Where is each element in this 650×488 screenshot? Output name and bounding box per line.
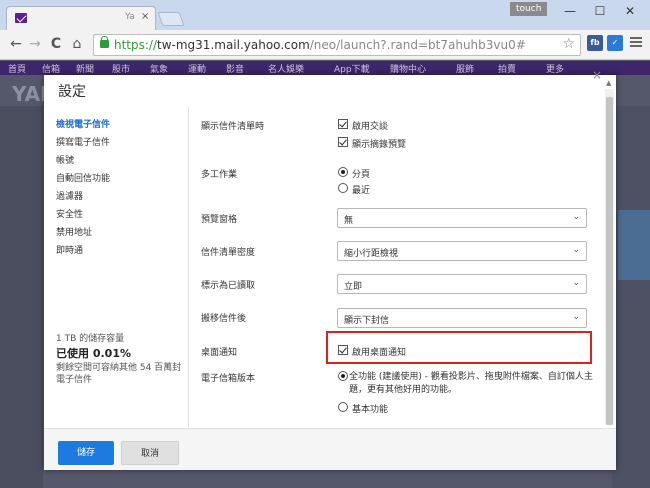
nav-item: 更多 — [546, 65, 565, 75]
nav-item: 首頁 — [8, 65, 27, 75]
sidebar-item-filters[interactable]: 過濾器 — [56, 189, 83, 202]
storage-remaining: 剩餘空間可容納其他 54 百萬封電子信件 — [56, 363, 182, 385]
mail-version-label: 電子信箱版本 — [201, 374, 256, 384]
mark-read-select[interactable]: 立即 ⌄ — [337, 274, 587, 294]
multitask-recent-label: 最近 — [352, 186, 371, 196]
tab-title: Ya — [125, 12, 135, 22]
nav-item: 拍賣 — [498, 65, 517, 75]
window-close-button[interactable]: ✕ — [623, 4, 637, 18]
tab-close-icon[interactable]: × — [141, 11, 149, 22]
chevron-down-icon: ⌄ — [572, 245, 580, 255]
chrome-menu-icon[interactable] — [630, 37, 642, 49]
after-move-label: 搬移信件後 — [201, 314, 247, 324]
version-full-label: 全功能 (建議使用) - 觀看投影片、拖曳附件檔案、自訂個人主題，更有其他好用的… — [349, 372, 593, 395]
sidebar-item-messenger[interactable]: 即時通 — [56, 243, 83, 256]
settings-scrollbar[interactable] — [605, 89, 614, 425]
nav-item: 運動 — [188, 65, 207, 75]
sidebar-item-view-mail[interactable]: 檢視電子信件 — [56, 117, 110, 130]
address-bar[interactable]: https://tw-mg31.mail.yahoo.com/neo/launc… — [93, 34, 581, 56]
maximize-button[interactable]: ☐ — [593, 4, 607, 18]
sidebar-item-blocked-addresses[interactable]: 禁用地址 — [56, 225, 92, 238]
settings-dialog: 設定 × 檢視電子信件 撰寫電子信件 帳號 自動回信功能 過濾器 安全性 禁用地… — [44, 68, 616, 470]
list-display-label: 顯示信件清單時 — [201, 122, 265, 132]
density-select[interactable]: 縮小行距檢視 ⌄ — [337, 241, 587, 261]
chevron-down-icon: ⌄ — [572, 278, 580, 288]
desktop-notification-checkbox[interactable] — [338, 345, 348, 355]
browser-tab[interactable]: Ya × — [6, 6, 156, 30]
preview-pane-label: 預覽窗格 — [201, 215, 238, 225]
facebook-extension-icon[interactable]: fb — [587, 35, 603, 51]
cancel-button[interactable]: 取消 — [121, 441, 179, 465]
multitask-label: 多工作業 — [201, 170, 238, 180]
nav-item: 購物中心 — [390, 65, 427, 75]
after-move-select[interactable]: 顯示下封信 ⌄ — [337, 308, 587, 328]
nav-item: App下載 — [334, 65, 370, 75]
dialog-close-icon[interactable]: × — [592, 68, 602, 82]
nav-item: 信箱 — [42, 65, 61, 75]
storage-used: 已使用 0.01% — [56, 347, 131, 360]
desktop-notification-label: 桌面通知 — [201, 348, 238, 358]
desktop-notification-option-label: 啟用桌面通知 — [352, 348, 407, 358]
nav-item: 氣象 — [150, 65, 169, 75]
multitask-recent-radio[interactable] — [338, 183, 348, 193]
nav-item: 影音 — [226, 65, 245, 75]
multitask-tabs-label: 分頁 — [352, 170, 371, 180]
dialog-title: 設定 — [58, 84, 86, 100]
browser-titlebar: Ya × touch — ☐ ✕ — [0, 0, 650, 30]
new-tab-button[interactable] — [157, 12, 185, 26]
chevron-down-icon: ⌄ — [572, 312, 580, 322]
browser-toolbar: ← → C ⌂ https://tw-mg31.mail.yahoo.com/n… — [0, 30, 650, 60]
storage-capacity: 1 TB 的儲存容量 — [56, 334, 125, 344]
preview-pane-select[interactable]: 無 ⌄ — [337, 208, 587, 228]
lock-icon — [100, 36, 109, 48]
multitask-tabs-radio[interactable] — [338, 167, 348, 177]
nav-item: 股市 — [112, 65, 131, 75]
yahoo-top-nav: 首頁 信箱 新聞 股市 氣象 運動 影音 名人娛樂 App下載 購物中心 服飾 … — [0, 61, 650, 75]
density-label: 信件清單密度 — [201, 248, 256, 258]
snippet-checkbox[interactable] — [338, 137, 348, 147]
version-basic-label: 基本功能 — [352, 405, 389, 415]
reload-button[interactable]: C — [48, 36, 64, 52]
save-button[interactable]: 儲存 — [58, 441, 114, 465]
chevron-down-icon: ⌄ — [572, 212, 580, 222]
nav-item: 新聞 — [76, 65, 95, 75]
mark-read-label: 標示為已讀取 — [201, 281, 256, 291]
dimmed-ad-block — [618, 210, 650, 280]
extension-check-icon[interactable]: ✓ — [607, 35, 623, 51]
dimmed-mail-sidebar — [0, 106, 43, 488]
minimize-button[interactable]: — — [563, 4, 577, 18]
yahoo-mail-favicon-icon — [15, 13, 27, 23]
conversation-label: 啟用交談 — [352, 122, 389, 132]
home-button[interactable]: ⌂ — [69, 36, 85, 52]
version-basic-radio[interactable] — [338, 402, 348, 412]
back-button[interactable]: ← — [8, 36, 24, 52]
sidebar-item-compose-mail[interactable]: 撰寫電子信件 — [56, 135, 110, 148]
dimmed-right-panel — [612, 106, 650, 488]
sidebar-item-accounts[interactable]: 帳號 — [56, 153, 74, 166]
dialog-footer: 儲存 取消 — [44, 428, 616, 470]
scrollbar-thumb[interactable] — [606, 97, 613, 425]
url-text: https://tw-mg31.mail.yahoo.com/neo/launc… — [114, 38, 526, 52]
sidebar-item-security[interactable]: 安全性 — [56, 207, 83, 220]
sidebar-item-auto-reply[interactable]: 自動回信功能 — [56, 171, 110, 184]
scroll-up-icon[interactable]: ▲ — [606, 79, 611, 87]
nav-item: 名人娛樂 — [268, 65, 305, 75]
touch-badge: touch — [510, 2, 548, 16]
snippet-label: 顯示摘錄預覽 — [352, 140, 407, 150]
version-full-radio[interactable] — [338, 371, 348, 381]
bookmark-star-icon[interactable]: ☆ — [562, 36, 575, 52]
conversation-checkbox[interactable] — [338, 119, 348, 129]
nav-item: 服飾 — [456, 65, 475, 75]
forward-button[interactable]: → — [27, 36, 43, 52]
